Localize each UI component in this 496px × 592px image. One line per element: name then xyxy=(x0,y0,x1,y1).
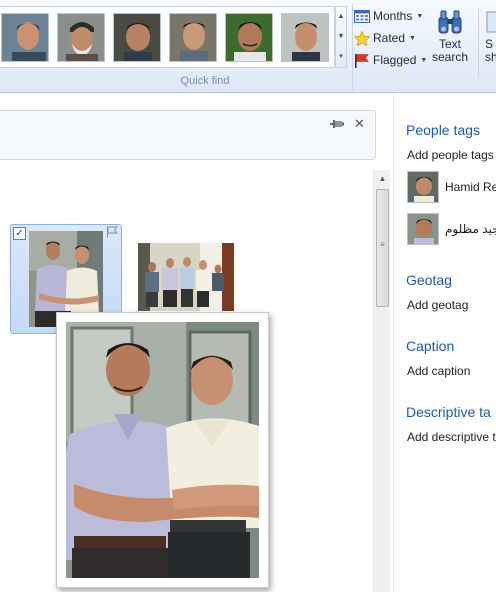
ribbon: ▲ ▼ ▾ Quick find Months ▼ Rated ▼ Flagge… xyxy=(0,0,496,93)
descriptive-tags-header: Descriptive ta xyxy=(406,404,491,420)
geotag-header: Geotag xyxy=(406,272,452,288)
group-label-quick-find: Quick find xyxy=(180,75,230,87)
binoculars-icon xyxy=(432,8,468,38)
add-descriptive-tags-link[interactable]: Add descriptive t xyxy=(407,430,496,444)
pin-icon[interactable] xyxy=(330,118,344,128)
avatar xyxy=(407,171,439,203)
person-thumbnail[interactable] xyxy=(281,13,329,62)
flagged-button[interactable]: Flagged ▼ xyxy=(354,51,427,69)
calendar-icon xyxy=(354,9,370,23)
chevron-down-icon: ▼ xyxy=(420,56,428,64)
group-separator xyxy=(352,4,353,90)
quick-find-gallery xyxy=(0,6,335,68)
people-tags-header: People tags xyxy=(406,122,480,138)
cut-off-label-2: sh xyxy=(485,50,496,64)
details-pane: People tags Add people tags Hamid Re مجی… xyxy=(393,93,496,592)
person-tag[interactable]: مجید مظلوم xyxy=(407,213,496,245)
rated-label: Rated xyxy=(373,31,406,45)
flag-icon xyxy=(354,53,370,68)
flag-outline-icon[interactable] xyxy=(106,226,118,238)
scroll-up-icon[interactable]: ▲ xyxy=(336,7,346,27)
close-icon[interactable]: ✕ xyxy=(354,116,365,132)
photo-gallery-window: ▲ ▼ ▾ Quick find Months ▼ Rated ▼ Flagge… xyxy=(0,0,496,592)
scroll-up-arrow-icon[interactable]: ▲ xyxy=(374,170,391,187)
vertical-scrollbar[interactable]: ▲ ≡ xyxy=(373,170,390,592)
photo-thumbnail[interactable] xyxy=(138,243,234,311)
person-thumbnail[interactable] xyxy=(169,13,217,62)
caption-header: Caption xyxy=(406,338,455,354)
gallery-expand-icon[interactable]: ▾ xyxy=(336,47,346,67)
person-tag[interactable]: Hamid Re xyxy=(407,171,496,203)
preview-image xyxy=(66,322,259,578)
text-search-button[interactable]: Text search xyxy=(432,8,468,70)
flagged-label: Flagged xyxy=(373,53,417,67)
chevron-down-icon: ▼ xyxy=(409,34,416,42)
months-label: Months xyxy=(373,9,413,23)
person-name: Hamid Re xyxy=(445,180,496,194)
person-thumbnail[interactable] xyxy=(225,13,273,62)
scrollbar-thumb[interactable]: ≡ xyxy=(376,189,389,307)
cut-off-ribbon-button[interactable]: S sh xyxy=(478,8,496,78)
gallery-scroll-buttons[interactable]: ▲ ▼ ▾ xyxy=(335,6,347,68)
add-geotag-link[interactable]: Add geotag xyxy=(407,298,468,312)
chevron-down-icon: ▼ xyxy=(416,12,424,20)
person-thumbnail[interactable] xyxy=(1,13,49,62)
info-bar xyxy=(0,110,376,160)
avatar xyxy=(407,213,439,245)
person-thumbnail[interactable] xyxy=(57,13,105,62)
person-name: مجید مظلوم xyxy=(445,222,496,236)
scroll-down-icon[interactable]: ▼ xyxy=(336,27,346,47)
months-button[interactable]: Months ▼ xyxy=(354,7,423,25)
add-people-tags-link[interactable]: Add people tags xyxy=(407,148,494,162)
photo-hover-preview xyxy=(56,312,269,588)
add-caption-link[interactable]: Add caption xyxy=(407,364,470,378)
star-icon xyxy=(353,30,371,47)
text-search-label-2: search xyxy=(432,50,469,64)
select-checkbox[interactable]: ✓ xyxy=(13,227,26,240)
grip-icon: ≡ xyxy=(380,240,385,249)
person-thumbnail[interactable] xyxy=(113,13,161,62)
rated-button[interactable]: Rated ▼ xyxy=(353,29,416,47)
